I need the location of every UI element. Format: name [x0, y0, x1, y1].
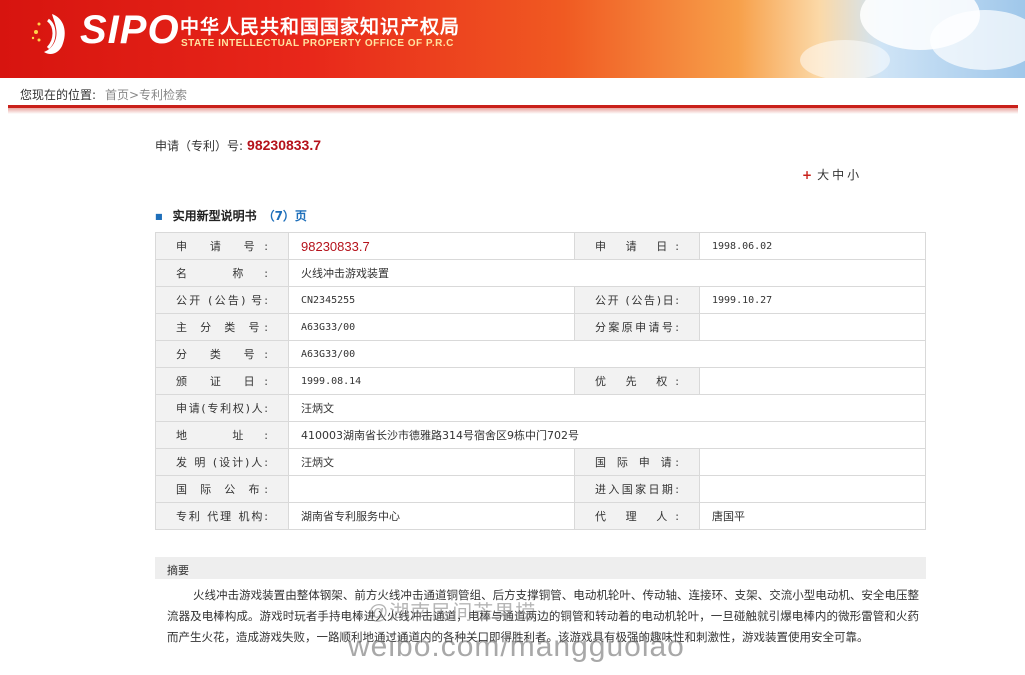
field-label: 专利 代理 机构: [155, 502, 289, 530]
square-bullet-icon: ■ [155, 212, 163, 221]
abstract-title: 摘要 [167, 564, 189, 577]
table-row: 发 明 (设计)人: 汪炳文 国 际 申 请: [155, 448, 926, 476]
table-row: 公开 (公告) 号: CN2345255 公开 (公告)日: 1999.10.2… [155, 286, 926, 314]
plus-icon: + [802, 168, 816, 182]
table-row: 国 际 公 布: 进入国家日期: [155, 475, 926, 503]
section-title: ■ 实用新型说明书 （7）页 [155, 207, 307, 224]
field-label: 颁 证 日: [155, 367, 289, 395]
breadcrumb-label: 您现在的位置: [20, 88, 97, 102]
logo-english-name: STATE INTELLECTUAL PROPERTY OFFICE OF P.… [181, 38, 454, 49]
field-value [699, 313, 926, 341]
field-value: CN2345255 [288, 286, 575, 314]
field-label: 国 际 公 布: [155, 475, 289, 503]
breadcrumb: 您现在的位置: 首页>专利检索 [8, 78, 1018, 114]
field-value: 汪炳文 [288, 448, 575, 476]
field-value: 火线冲击游戏装置 [288, 259, 926, 287]
logo-chinese-name: 中华人民共和国国家知识产权局 [180, 16, 461, 38]
field-value: 唐国平 [699, 502, 926, 530]
field-value: 98230833.7 [288, 232, 575, 260]
header-banner: SIPO 中华人民共和国国家知识产权局 STATE INTELLECTUAL P… [0, 0, 1025, 78]
breadcrumb-link[interactable]: 首页>专利检索 [105, 86, 187, 103]
field-value [699, 367, 926, 395]
field-label: 地 址: [155, 421, 289, 449]
application-number-heading: 申请（专利）号: 98230833.7 [155, 137, 321, 154]
logo-sipo-text: SIPO [80, 8, 180, 52]
cloud-decoration [800, 40, 890, 78]
table-row: 地 址: 410003湖南省长沙市德雅路314号宿舍区9栋中门702号 [155, 421, 926, 449]
page-count-link[interactable]: （7）页 [263, 209, 307, 223]
field-value: 410003湖南省长沙市德雅路314号宿舍区9栋中门702号 [288, 421, 926, 449]
field-label: 申请(专利权)人: [155, 394, 289, 422]
field-value: A63G33/00 [288, 340, 926, 368]
field-label: 分 类 号: [155, 340, 289, 368]
field-label: 名 称: [155, 259, 289, 287]
patent-info-table: 申 请 号: 98230833.7 申 请 日: 1998.06.02 名 称:… [155, 232, 926, 530]
field-value [699, 448, 926, 476]
font-size-small[interactable]: 小 [847, 168, 862, 182]
field-label: 公开 (公告)日: [574, 286, 700, 314]
document-type-title: 实用新型说明书 [172, 209, 257, 223]
field-label: 分案原申请号: [574, 313, 700, 341]
sipo-emblem-icon [31, 14, 65, 54]
field-value: 湖南省专利服务中心 [288, 502, 575, 530]
field-value: 1999.10.27 [699, 286, 926, 314]
field-value [288, 475, 575, 503]
table-row: 申请(专利权)人: 汪炳文 [155, 394, 926, 422]
field-value: 1999.08.14 [288, 367, 575, 395]
field-value: A63G33/00 [288, 313, 575, 341]
font-size-control: + 大中小 [802, 166, 862, 183]
field-label: 国 际 申 请: [574, 448, 700, 476]
field-label: 发 明 (设计)人: [155, 448, 289, 476]
field-value: 汪炳文 [288, 394, 926, 422]
field-value: 1998.06.02 [699, 232, 926, 260]
table-row: 颁 证 日: 1999.08.14 优 先 权: [155, 367, 926, 395]
field-label: 公开 (公告) 号: [155, 286, 289, 314]
watermark-url: weibo.com/mangguolao [348, 630, 685, 663]
application-number-label: 申请（专利）号: [155, 139, 244, 153]
font-size-medium[interactable]: 中 [832, 168, 847, 182]
field-label: 申 请 号: [155, 232, 289, 260]
table-row: 分 类 号: A63G33/00 [155, 340, 926, 368]
cloud-decoration [930, 10, 1025, 70]
table-row: 专利 代理 机构: 湖南省专利服务中心 代 理 人: 唐国平 [155, 502, 926, 530]
field-value [699, 475, 926, 503]
watermark-handle: @湖南民间芒果捞 [368, 602, 537, 624]
table-row: 名 称: 火线冲击游戏装置 [155, 259, 926, 287]
font-size-large[interactable]: 大 [817, 168, 832, 182]
field-label: 主 分 类 号: [155, 313, 289, 341]
field-label: 申 请 日: [574, 232, 700, 260]
application-number-value: 98230833.7 [247, 137, 322, 153]
field-label: 代 理 人: [574, 502, 700, 530]
field-label: 进入国家日期: [574, 475, 700, 503]
abstract-header: 摘要 [155, 557, 926, 579]
field-label: 优 先 权: [574, 367, 700, 395]
divider-shadow [8, 108, 1018, 114]
table-row: 申 请 号: 98230833.7 申 请 日: 1998.06.02 [155, 232, 926, 260]
table-row: 主 分 类 号: A63G33/00 分案原申请号: [155, 313, 926, 341]
